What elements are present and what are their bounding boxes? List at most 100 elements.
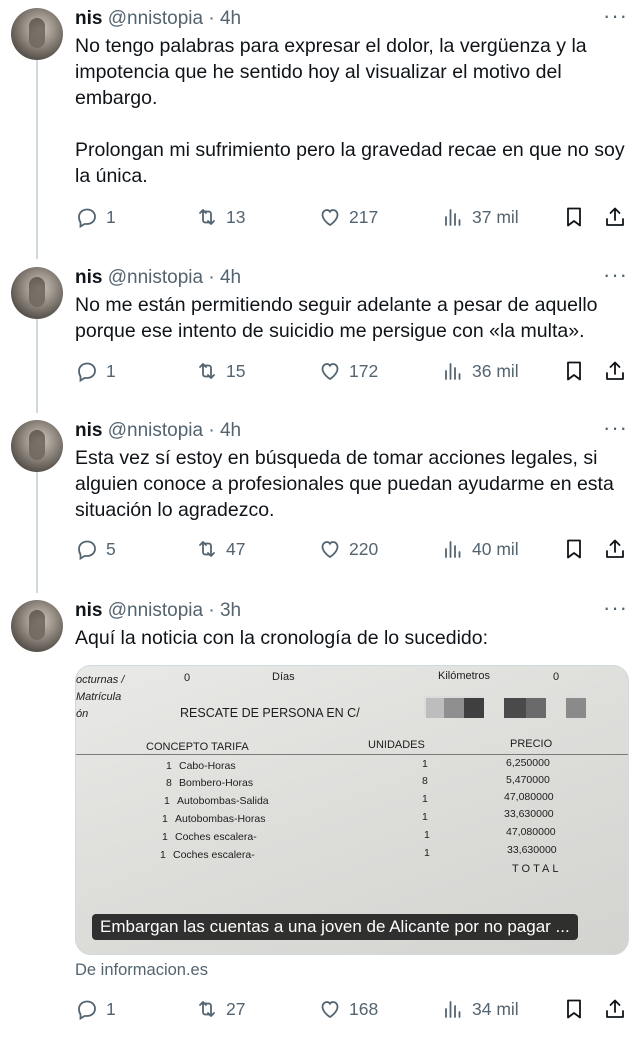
views-button[interactable]: 40 mil [441,537,519,561]
tweet[interactable]: nis @nnistopia · 4h ··· No tengo palabra… [0,3,642,253]
retweet-button[interactable]: 13 [195,205,245,229]
tweet-header: nis @nnistopia · 4h [75,6,241,32]
heart-icon [321,1001,339,1019]
share-button[interactable] [603,359,632,383]
bookmark-icon [567,207,581,227]
more-options-icon[interactable]: ··· [603,415,628,441]
tweet[interactable]: nis @nnistopia · 3h ··· Aquí la noticia … [0,595,642,1035]
retweet-count: 15 [226,360,246,381]
link-card-source[interactable]: De informacion.es [75,961,208,980]
reply-button[interactable]: 1 [75,997,116,1021]
retweet-button[interactable]: 27 [195,997,245,1021]
more-options-icon[interactable]: ··· [603,595,628,621]
doc-row-price: 47,080000 [506,826,556,838]
like-button[interactable]: 168 [318,997,378,1021]
views-button[interactable]: 34 mil [441,997,519,1021]
views-icon [445,209,461,226]
tweet-header: nis @nnistopia · 3h [75,598,241,624]
reply-icon [78,540,96,561]
doc-row-concept: Autobombas-Salida [177,795,269,807]
doc-text: Matrícula [76,691,122,703]
share-icon [606,539,624,558]
doc-column-header: CONCEPTO TARIFA [146,741,249,753]
action-bar: 1 15 172 36 mil [75,359,631,389]
share-button[interactable] [603,997,632,1021]
tweet-text: No tengo palabras para expresar el dolor… [75,35,625,187]
doc-total: TOTAL [512,863,562,875]
redaction-block [426,698,444,718]
reply-button[interactable]: 1 [75,205,116,229]
views-icon [445,1001,461,1018]
doc-row-concept: Bombero-Horas [179,777,254,789]
display-name[interactable]: nis [75,8,102,29]
heart-icon [321,363,339,381]
bookmark-button[interactable] [562,537,591,561]
doc-row-concept: Autobombas-Horas [175,813,266,825]
display-name[interactable]: nis [75,600,102,621]
reply-button[interactable]: 5 [75,537,116,561]
bookmark-icon [567,361,581,381]
timestamp[interactable]: · 4h [208,420,241,441]
doc-row-qty: 8 [166,777,172,789]
retweet-icon [199,541,215,557]
retweet-count: 13 [226,206,246,227]
like-count: 220 [349,538,379,559]
doc-text: Días [272,671,295,683]
retweet-icon [199,363,215,379]
redaction-block [464,698,484,718]
reply-button[interactable]: 1 [75,359,116,383]
share-button[interactable] [603,205,632,229]
avatar[interactable] [11,420,63,472]
user-handle[interactable]: @nnistopia [108,420,203,441]
doc-row-qty: 1 [162,813,168,825]
views-button[interactable]: 37 mil [441,205,519,229]
doc-column-header: PRECIO [510,738,553,750]
bookmark-button[interactable] [562,205,591,229]
retweet-count: 47 [226,538,246,559]
display-name[interactable]: nis [75,267,102,288]
doc-row-units: 1 [422,758,428,770]
more-options-icon[interactable]: ··· [603,3,628,29]
doc-row-price: 47,080000 [504,791,554,803]
tweet[interactable]: nis @nnistopia · 4h ··· No me están perm… [0,262,642,412]
document-photo: octurnas / Matrícula ón 0 Días Kilómetro… [76,666,628,954]
retweet-button[interactable]: 15 [195,359,245,383]
avatar[interactable] [11,8,63,60]
heart-icon [321,209,339,227]
like-button[interactable]: 172 [318,359,378,383]
retweet-count: 27 [226,998,246,1019]
like-button[interactable]: 220 [318,537,378,561]
more-options-icon[interactable]: ··· [603,262,628,288]
views-count: 34 mil [472,998,519,1019]
user-handle[interactable]: @nnistopia [108,267,203,288]
tweet-text: Aquí la noticia con la cronología de lo … [75,627,489,649]
redaction-block [526,698,546,718]
user-handle[interactable]: @nnistopia [108,600,203,621]
timestamp[interactable]: · 3h [208,600,241,621]
views-count: 36 mil [472,360,519,381]
doc-row-units: 1 [424,847,430,859]
doc-text: octurnas / [76,674,125,686]
doc-row-price: 33,630000 [507,844,557,856]
share-icon [606,207,624,226]
like-button[interactable]: 217 [318,205,378,229]
timestamp[interactable]: · 4h [208,267,241,288]
link-card[interactable]: octurnas / Matrícula ón 0 Días Kilómetro… [75,665,629,955]
avatar[interactable] [11,267,63,319]
user-handle[interactable]: @nnistopia [108,8,203,29]
views-button[interactable]: 36 mil [441,359,519,383]
share-button[interactable] [603,537,632,561]
doc-text: 0 [553,671,560,683]
bookmark-button[interactable] [562,359,591,383]
avatar[interactable] [11,600,63,652]
timestamp[interactable]: · 4h [208,8,241,29]
views-count: 37 mil [472,206,519,227]
display-name[interactable]: nis [75,420,102,441]
redaction-block [504,698,526,718]
share-icon [606,999,624,1018]
doc-row-price: 33,630000 [504,808,554,820]
reply-count: 1 [106,360,116,381]
retweet-button[interactable]: 47 [195,537,245,561]
tweet[interactable]: nis @nnistopia · 4h ··· Esta vez sí esto… [0,415,642,590]
bookmark-button[interactable] [562,997,591,1021]
